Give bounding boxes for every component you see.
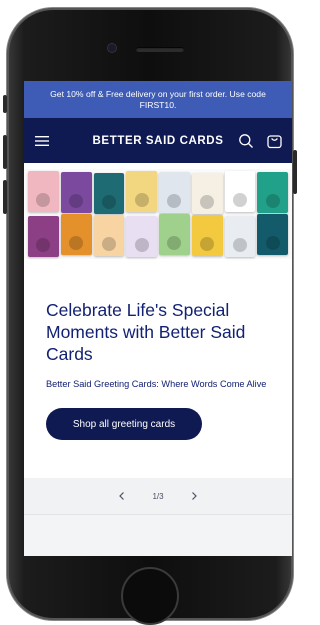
mute-switch <box>3 95 7 113</box>
card-illustration <box>134 238 149 252</box>
site-header: BETTER SAID CARDS <box>24 118 292 163</box>
shopping-bag-icon[interactable] <box>266 132 283 149</box>
card-illustration <box>232 238 247 252</box>
greeting-card-thumbnail <box>126 216 157 257</box>
greeting-card-thumbnail <box>191 215 223 256</box>
card-illustration <box>36 193 51 207</box>
home-button[interactable] <box>121 567 179 625</box>
earpiece-speaker <box>136 47 184 52</box>
greeting-card-thumbnail <box>257 214 288 255</box>
card-illustration <box>69 236 84 250</box>
greeting-card-thumbnail <box>28 216 59 257</box>
greeting-card-thumbnail <box>159 214 190 255</box>
card-illustration <box>101 237 116 251</box>
hero-subheading: Better Said Greeting Cards: Where Words … <box>46 379 267 389</box>
greeting-card-thumbnail <box>224 171 256 212</box>
greeting-card-thumbnail <box>224 216 256 257</box>
hero-banner-image[interactable] <box>24 169 292 259</box>
announcement-bar: Get 10% off & Free delivery on your firs… <box>24 81 292 118</box>
card-illustration <box>265 194 280 208</box>
greeting-card-thumbnail <box>257 172 288 213</box>
front-camera <box>108 44 116 52</box>
chevron-right-icon[interactable] <box>190 491 198 501</box>
greeting-card-thumbnail <box>60 172 92 213</box>
card-illustration <box>265 236 280 250</box>
device-screen: Get 10% off & Free delivery on your firs… <box>24 81 292 556</box>
volume-down-button <box>3 180 7 214</box>
hamburger-menu-icon[interactable] <box>33 132 51 150</box>
card-illustration <box>101 195 116 209</box>
card-illustration <box>200 195 215 209</box>
card-illustration <box>36 238 51 252</box>
slide-counter: 1/3 <box>152 491 164 501</box>
chevron-left-icon[interactable] <box>118 491 126 501</box>
greeting-card-thumbnail <box>159 172 190 213</box>
card-illustration <box>134 193 149 207</box>
card-illustration <box>200 237 215 251</box>
announcement-text: Get 10% off & Free delivery on your firs… <box>50 88 266 110</box>
greeting-card-thumbnail <box>60 214 92 255</box>
card-illustration <box>69 194 84 208</box>
card-illustration <box>232 193 247 207</box>
greeting-card-collage <box>27 169 289 259</box>
search-icon[interactable] <box>238 133 254 149</box>
greeting-card-thumbnail <box>93 215 125 256</box>
power-button <box>293 150 297 194</box>
volume-up-button <box>3 135 7 169</box>
shop-all-cards-button[interactable]: Shop all greeting cards <box>46 408 202 440</box>
card-illustration <box>167 236 182 250</box>
next-section-placeholder <box>24 515 292 556</box>
card-illustration <box>167 194 182 208</box>
hero-section: Celebrate Life's Special Moments with Be… <box>24 259 292 440</box>
hero-heading: Celebrate Life's Special Moments with Be… <box>46 300 246 364</box>
slideshow-controls: 1/3 <box>24 478 292 515</box>
greeting-card-thumbnail <box>28 171 59 212</box>
greeting-card-thumbnail <box>126 171 157 212</box>
greeting-card-thumbnail <box>93 173 125 214</box>
greeting-card-thumbnail <box>191 173 223 214</box>
